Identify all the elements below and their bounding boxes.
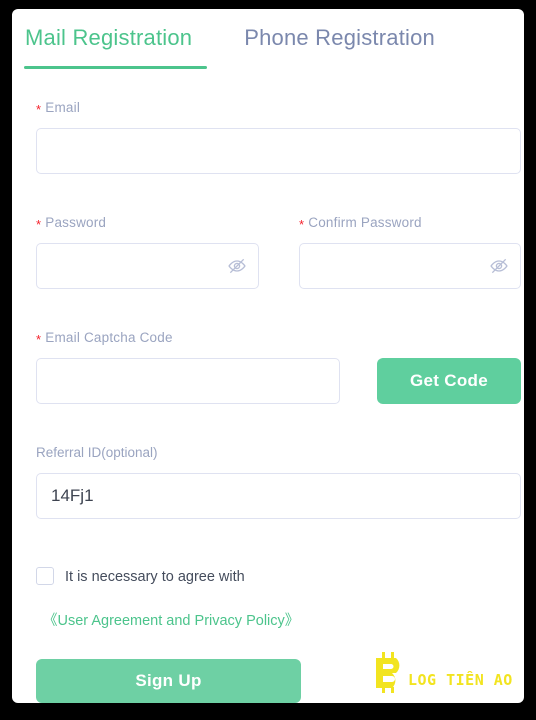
svg-text:LOG TIÊN AO: LOG TIÊN AO — [408, 670, 512, 689]
blog-tien-ao-watermark-logo: LOG TIÊN AO — [372, 650, 512, 696]
confirm-password-label-text: Confirm Password — [308, 215, 422, 230]
confirm-password-input[interactable] — [300, 244, 520, 288]
required-asterisk-icon: * — [36, 102, 42, 117]
required-asterisk-icon: * — [299, 217, 305, 232]
email-label: * Email — [36, 100, 81, 117]
confirm-password-input-wrapper[interactable] — [299, 243, 521, 289]
password-input[interactable] — [37, 244, 258, 288]
tab-mail-registration[interactable]: Mail Registration — [25, 9, 192, 61]
tab-mail-label: Mail Registration — [25, 25, 193, 50]
agreement-row: It is necessary to agree with 《User Agree… — [36, 555, 506, 643]
registration-card: Mail Registration Phone Registration * Em… — [12, 9, 524, 703]
get-code-button[interactable]: Get Code — [377, 358, 521, 404]
password-label-text: Password — [45, 215, 107, 230]
agreement-checkbox[interactable] — [36, 567, 54, 586]
tab-phone-registration[interactable]: Phone Registration — [244, 9, 435, 61]
registration-tabs: Mail Registration Phone Registration — [12, 9, 524, 71]
required-asterisk-icon: * — [36, 332, 42, 347]
referral-label: Referral ID(optional) — [36, 445, 158, 460]
eye-slash-icon[interactable] — [489, 256, 509, 276]
captcha-input-wrapper[interactable] — [36, 358, 340, 404]
sign-up-button[interactable]: Sign Up — [36, 659, 301, 703]
active-tab-underline — [24, 66, 207, 69]
referral-input[interactable] — [37, 474, 520, 518]
email-label-text: Email — [45, 100, 81, 115]
user-agreement-privacy-policy-link[interactable]: 《User Agreement and Privacy Policy》 — [43, 613, 299, 629]
captcha-label-text: Email Captcha Code — [45, 330, 173, 345]
device-frame: Mail Registration Phone Registration * Em… — [0, 0, 536, 720]
tab-phone-label: Phone Registration — [244, 25, 435, 50]
captcha-label: * Email Captcha Code — [36, 330, 173, 347]
email-input-wrapper[interactable] — [36, 128, 521, 174]
password-label: * Password — [36, 215, 107, 232]
password-input-wrapper[interactable] — [36, 243, 259, 289]
agreement-text: It is necessary to agree with — [65, 569, 245, 586]
required-asterisk-icon: * — [36, 217, 42, 232]
referral-input-wrapper[interactable] — [36, 473, 521, 519]
email-input[interactable] — [37, 129, 520, 173]
captcha-input[interactable] — [37, 359, 339, 403]
confirm-password-label: * Confirm Password — [299, 215, 422, 232]
eye-slash-icon[interactable] — [227, 256, 247, 276]
